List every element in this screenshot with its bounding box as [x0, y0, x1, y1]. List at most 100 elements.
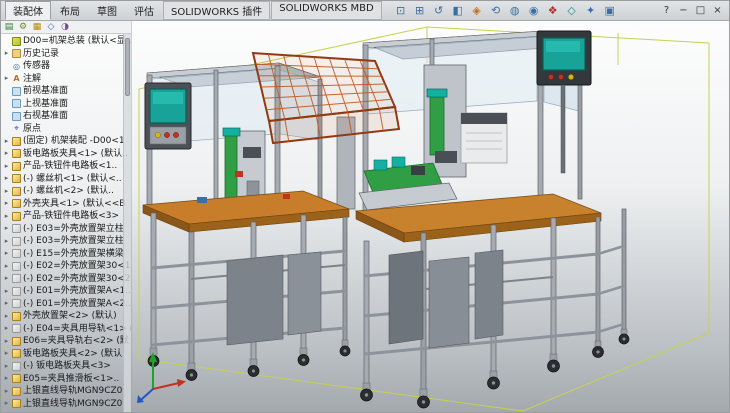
toolbar-icon[interactable]: ⟲: [488, 3, 504, 18]
window-control-button[interactable]: □: [693, 4, 708, 18]
toolbar-icon[interactable]: ⊡: [393, 3, 409, 18]
tree-item[interactable]: 上视基准面: [1, 98, 131, 111]
expand-arrow-icon[interactable]: ▸: [3, 338, 10, 345]
tree-item[interactable]: ▸ 上银直线导轨MGN9CZ0: [1, 385, 131, 398]
expand-arrow-icon[interactable]: ▸: [3, 75, 10, 82]
expand-arrow-icon[interactable]: ▸: [3, 363, 10, 370]
tree-item[interactable]: ▸ 产品-铁钮件电路板<3>: [1, 210, 131, 223]
tree-item[interactable]: ▸ (-) E15=外壳放置架横梁: [1, 248, 131, 261]
expand-arrow-icon[interactable]: ▸: [3, 313, 10, 320]
controller-box[interactable]: [461, 113, 507, 163]
expand-arrow-icon[interactable]: ▸: [3, 263, 10, 270]
tree-item[interactable]: ▸ 外壳放置架<2> (默认): [1, 310, 131, 323]
tree-item[interactable]: ▸ 钣电路板夹具<1> (默认..: [1, 148, 131, 161]
toolbar-icon[interactable]: ◧: [450, 3, 466, 18]
tree-item[interactable]: ▸ 钣电路板夹具<2> (默认: [1, 348, 131, 361]
hmi-panel-left[interactable]: [145, 83, 191, 149]
estop-button: [173, 132, 178, 137]
tree-item[interactable]: ▸ (-) 螺丝机<1> (默认<..: [1, 173, 131, 186]
expand-arrow-icon[interactable]: ▸: [3, 375, 10, 382]
tree-item-icon: [12, 399, 21, 408]
expand-arrow-icon[interactable]: ▸: [3, 50, 10, 57]
expand-arrow-icon[interactable]: ▸: [3, 238, 10, 245]
tree-item[interactable]: ▸ 历史记录: [1, 48, 131, 61]
commandmanager-tab[interactable]: SOLIDWORKS 插件: [163, 1, 270, 20]
toolbar-icon[interactable]: ◉: [526, 3, 542, 18]
commandmanager-tab[interactable]: 布局: [52, 1, 88, 20]
tree-item-icon: [12, 174, 21, 183]
tree-item[interactable]: ▸ 上银直线导轨MGN9CZ0: [1, 398, 131, 411]
tree-item[interactable]: ▸ (-) E03=外壳放置架立柱: [1, 235, 131, 248]
window-controls: ? − □ ×: [659, 4, 729, 18]
tree-item[interactable]: ▸ E06=夹具导轨右<2> (默: [1, 335, 131, 348]
tree-item[interactable]: 传感器: [1, 60, 131, 73]
toolbar-icon[interactable]: ↺: [431, 3, 447, 18]
toolbar-icon[interactable]: ⊞: [412, 3, 428, 18]
expand-arrow-icon[interactable]: ▸: [3, 200, 10, 207]
tree-item-label: (-) E02=外壳放置架30<1: [23, 260, 131, 272]
tree-item[interactable]: ▸ (-) 螺丝机<2> (默认..: [1, 185, 131, 198]
expand-arrow-icon[interactable]: ▸: [3, 138, 10, 145]
tree-item-icon: [12, 387, 21, 396]
tree-item[interactable]: D00=机架总装 (默认<显..: [1, 35, 131, 48]
toolbar-icon[interactable]: ❖: [545, 3, 561, 18]
expand-arrow-icon[interactable]: ▸: [3, 175, 10, 182]
parts-basket[interactable]: [253, 53, 399, 143]
tree-item-icon: [12, 337, 21, 346]
tree-item[interactable]: ▸ (-) E01=外壳放置架A<2..: [1, 298, 131, 311]
expand-arrow-icon[interactable]: ▸: [3, 275, 10, 282]
expand-arrow-icon[interactable]: ▸: [3, 400, 10, 407]
tree-item[interactable]: ▸ (-) E04=夹具用导轨<1> (默: [1, 323, 131, 336]
tree-item[interactable]: ▸ 产品-铁钮件电路板<1..: [1, 160, 131, 173]
tree-scrollbar-thumb[interactable]: [125, 38, 130, 96]
window-control-button[interactable]: ×: [710, 4, 725, 18]
tree-item[interactable]: ▸ (-) E03=外壳放置架立柱: [1, 223, 131, 236]
commandmanager-tab[interactable]: 装配体: [5, 1, 51, 20]
tree-item-icon: [12, 237, 21, 246]
solidworks-window: 装配体 布局 草图 评估 SOLIDWORKS 插件 SOLIDWORKS MB…: [0, 0, 730, 413]
expand-arrow-icon[interactable]: ▸: [3, 150, 10, 157]
toolbar-icon[interactable]: ✦: [583, 3, 599, 18]
commandmanager-tab[interactable]: SOLIDWORKS MBD: [271, 1, 381, 20]
tree-item[interactable]: ▸ (-) E01=外壳放置架A<1..: [1, 285, 131, 298]
toolbar-icon[interactable]: ◈: [469, 3, 485, 18]
tree-scrollbar[interactable]: [123, 34, 131, 412]
tree-item[interactable]: ▸ 外壳夹具<1> (默认<<B: [1, 198, 131, 211]
expand-arrow-icon[interactable]: ▸: [3, 350, 10, 357]
expand-arrow-icon[interactable]: ▸: [3, 325, 10, 332]
tree-item[interactable]: ▸ (-) E02=外壳放置架30<2: [1, 273, 131, 286]
expand-arrow-icon[interactable]: ▸: [3, 250, 10, 257]
commandmanager-tab[interactable]: 评估: [126, 1, 162, 20]
tree-item[interactable]: 右视基准面: [1, 110, 131, 123]
expand-arrow-icon[interactable]: ▸: [3, 213, 10, 220]
tree-item[interactable]: ▸ (-) 钣电路板夹具<3>: [1, 360, 131, 373]
expand-arrow-icon[interactable]: ▸: [3, 188, 10, 195]
tree-item[interactable]: ▸ 注解: [1, 73, 131, 86]
expand-arrow-icon[interactable]: ▸: [3, 288, 10, 295]
toolbar-icon[interactable]: ▣: [602, 3, 618, 18]
featuremanager-panel: ▤ ⚙ ▦ ◇ ◑ D00=机架总装 (默认<显..: [1, 21, 132, 412]
panel-tab[interactable]: ◑: [59, 22, 71, 33]
toolbar-icon[interactable]: ◇: [564, 3, 580, 18]
panel-tab[interactable]: ⚙: [17, 22, 29, 33]
tree-item[interactable]: 原点: [1, 123, 131, 136]
tree-item[interactable]: 前视基准面: [1, 85, 131, 98]
panel-tab[interactable]: ▦: [31, 22, 43, 33]
tree-item-icon: [12, 124, 21, 133]
panel-tab[interactable]: ◇: [45, 22, 57, 33]
expand-arrow-icon[interactable]: ▸: [3, 388, 10, 395]
window-control-button[interactable]: ?: [659, 4, 674, 18]
press-tower[interactable]: [424, 65, 466, 177]
panel-tab[interactable]: ▤: [3, 22, 15, 33]
tree-item-icon: [12, 37, 21, 46]
expand-arrow-icon[interactable]: ▸: [3, 300, 10, 307]
window-control-button[interactable]: −: [676, 4, 691, 18]
tree-item[interactable]: ▸ (固定) 机架装配 -D00<1: [1, 135, 131, 148]
featuremanager-tabs: ▤ ⚙ ▦ ◇ ◑: [1, 21, 131, 34]
tree-item[interactable]: ▸ E05=夹具推滑板<1>..: [1, 373, 131, 386]
tree-item[interactable]: ▸ (-) E02=外壳放置架30<1: [1, 260, 131, 273]
expand-arrow-icon[interactable]: ▸: [3, 163, 10, 170]
commandmanager-tab[interactable]: 草图: [89, 1, 125, 20]
expand-arrow-icon[interactable]: ▸: [3, 225, 10, 232]
toolbar-icon[interactable]: ◍: [507, 3, 523, 18]
